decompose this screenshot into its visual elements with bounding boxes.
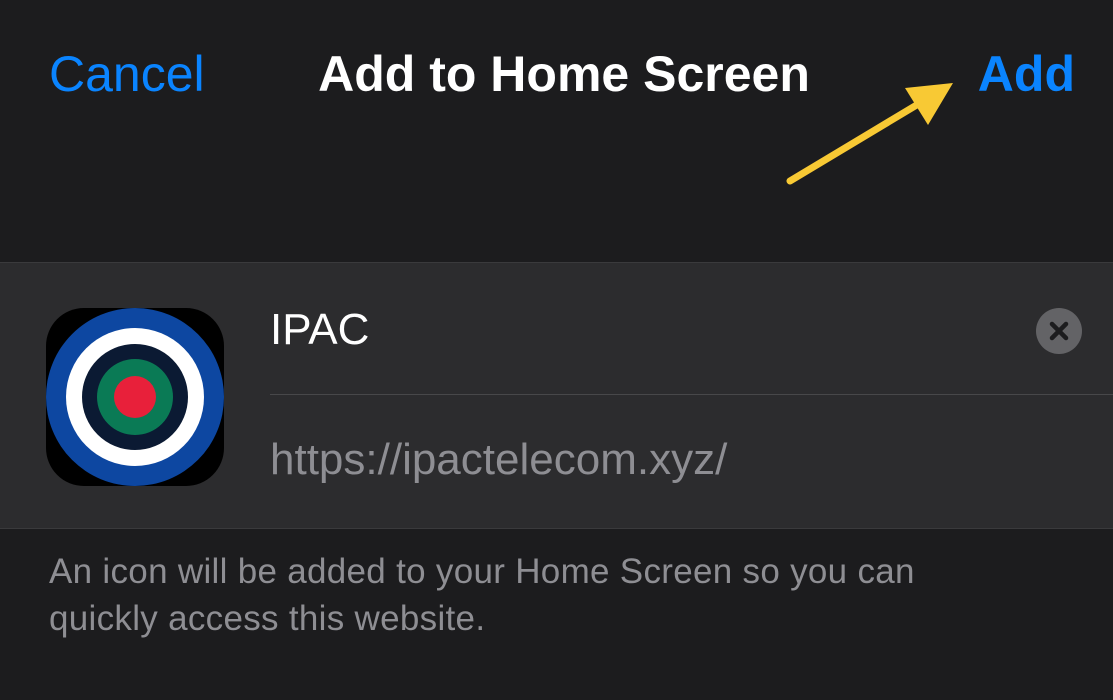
close-icon	[1049, 321, 1069, 341]
add-to-home-screen-sheet: Cancel Add to Home Screen Add https://ip…	[0, 0, 1113, 700]
target-logo-icon	[46, 308, 224, 486]
shortcut-name-field[interactable]	[270, 303, 1010, 357]
page-title: Add to Home Screen	[318, 46, 810, 102]
shortcut-url: https://ipactelecom.xyz/	[270, 435, 728, 484]
add-button[interactable]: Add	[978, 44, 1075, 104]
clear-text-button[interactable]	[1036, 308, 1082, 354]
shortcut-card: https://ipactelecom.xyz/	[0, 262, 1113, 529]
footer-note: An icon will be added to your Home Scree…	[49, 552, 915, 638]
field-divider	[270, 394, 1113, 395]
